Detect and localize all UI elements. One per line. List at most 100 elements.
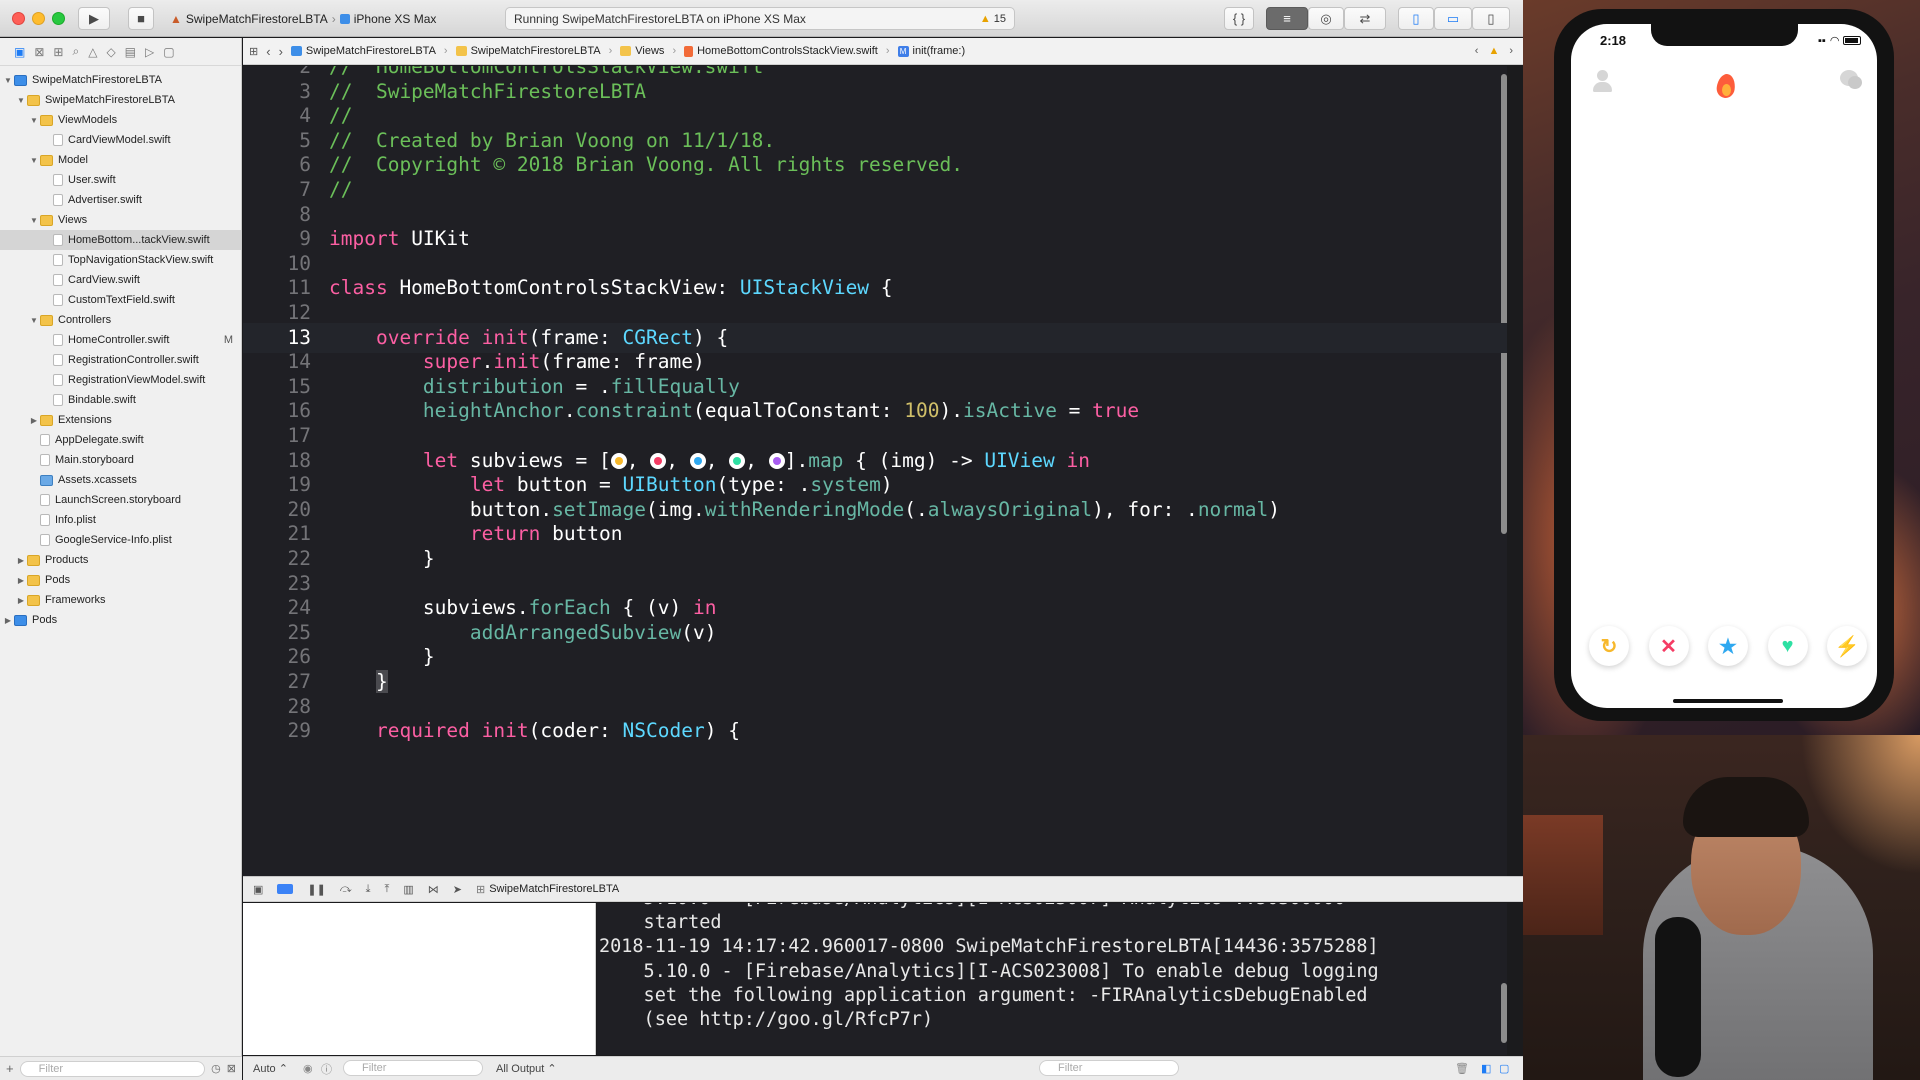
disclosure-triangle-icon[interactable]: ▶: [15, 576, 27, 585]
step-over-icon[interactable]: ⤼: [340, 883, 352, 896]
navigator-filter-input[interactable]: Filter: [19, 1060, 206, 1077]
tree-file[interactable]: HomeController.swift M: [0, 330, 241, 350]
disclosure-triangle-icon[interactable]: ▼: [28, 216, 40, 225]
pause-icon[interactable]: ❚❚: [307, 883, 325, 896]
step-out-icon[interactable]: ⤒: [384, 883, 389, 896]
code-line[interactable]: heightAnchor.constraint(equalToConstant:…: [329, 396, 1139, 426]
variables-view[interactable]: [243, 903, 596, 1055]
tree-project[interactable]: ▼ SwipeMatchFirestoreLBTA: [0, 70, 241, 90]
tree-folder[interactable]: ▼ Controllers: [0, 310, 241, 330]
tree-file[interactable]: RegistrationViewModel.swift: [0, 370, 241, 390]
auto-selector[interactable]: Auto ⌃: [253, 1062, 288, 1075]
location-icon[interactable]: ➤: [453, 883, 462, 896]
editor-scrollbar[interactable]: [1501, 74, 1507, 534]
tree-file[interactable]: LaunchScreen.storyboard: [0, 490, 241, 510]
tree-file[interactable]: CardViewModel.swift: [0, 130, 241, 150]
tree-file[interactable]: AppDelegate.swift: [0, 430, 241, 450]
disclosure-triangle-icon[interactable]: ▼: [2, 76, 14, 85]
breadcrumb-project[interactable]: SwipeMatchFirestoreLBTA: [290, 45, 436, 57]
output-selector[interactable]: All Output ⌃: [496, 1062, 557, 1075]
messages-icon[interactable]: [1840, 70, 1862, 90]
tree-file[interactable]: RegistrationController.swift: [0, 350, 241, 370]
code-line[interactable]: }: [329, 544, 435, 574]
toggle-inspector-button[interactable]: ▯: [1472, 7, 1510, 30]
symbol-icon[interactable]: ⊞: [53, 45, 63, 59]
code-line[interactable]: required init(coder: NSCoder) {: [329, 716, 740, 746]
zoom-window-button[interactable]: [52, 12, 65, 25]
previous-issue-icon[interactable]: ‹: [1475, 45, 1479, 57]
code-line[interactable]: // SwipeMatchFirestoreLBTA: [329, 77, 646, 107]
test-icon[interactable]: ◇: [106, 45, 115, 59]
variables-filter-input[interactable]: Filter: [343, 1060, 483, 1076]
tree-folder[interactable]: ▶ Frameworks: [0, 590, 241, 610]
tree-folder[interactable]: ▶ Pods: [0, 570, 241, 590]
refresh-image-literal-icon[interactable]: [610, 452, 627, 469]
stop-button[interactable]: ■: [128, 7, 154, 30]
back-icon[interactable]: ‹: [266, 44, 270, 59]
disclosure-triangle-icon[interactable]: ▼: [28, 156, 40, 165]
source-control-icon[interactable]: ⊠: [34, 45, 44, 59]
like-image-literal-icon[interactable]: [729, 452, 746, 469]
eye-icon[interactable]: ◉: [303, 1062, 313, 1075]
code-line[interactable]: //: [329, 175, 352, 205]
disclosure-triangle-icon[interactable]: ▼: [28, 116, 40, 125]
disclosure-triangle-icon[interactable]: ▼: [28, 316, 40, 325]
issue-icon[interactable]: △: [88, 45, 97, 59]
tree-file[interactable]: Assets.xcassets: [0, 470, 241, 490]
add-icon[interactable]: +: [6, 1061, 14, 1076]
close-window-button[interactable]: [12, 12, 25, 25]
dismiss-image-literal-icon[interactable]: [650, 452, 667, 469]
toggle-navigator-button[interactable]: ▯: [1398, 7, 1434, 30]
tree-file[interactable]: Info.plist: [0, 510, 241, 530]
like-button[interactable]: ♥: [1767, 626, 1808, 666]
trash-icon[interactable]: 🗑: [1455, 1062, 1469, 1075]
console-output[interactable]: 5.10.0 - [Firebase/Analytics][I-ACS02300…: [597, 903, 1507, 1055]
view-debugger-icon[interactable]: ▥: [403, 883, 413, 896]
warning-indicator[interactable]: ▲ 15: [980, 13, 1006, 25]
next-issue-icon[interactable]: ›: [1509, 45, 1513, 57]
simulator-screen[interactable]: [1571, 24, 1877, 708]
dismiss-button[interactable]: ✕: [1648, 626, 1689, 666]
folder-icon[interactable]: ▣: [14, 45, 25, 59]
tree-folder[interactable]: ▼ SwipeMatchFirestoreLBTA: [0, 90, 241, 110]
tree-folder[interactable]: ▼ Views: [0, 210, 241, 230]
tree-folder[interactable]: ▼ ViewModels: [0, 110, 241, 130]
boost-button[interactable]: ⚡: [1827, 626, 1867, 666]
assistant-editor-button[interactable]: ◎: [1308, 7, 1344, 30]
breakpoint-icon[interactable]: ▷: [145, 45, 154, 59]
library-button[interactable]: { }: [1224, 7, 1254, 30]
minimize-window-button[interactable]: [32, 12, 45, 25]
breadcrumb-group[interactable]: SwipeMatchFirestoreLBTA: [455, 45, 601, 57]
profile-icon[interactable]: [1592, 70, 1612, 92]
source-editor[interactable]: I 2// HomeBottomControlsStackView.swift3…: [243, 66, 1507, 876]
breadcrumb-file[interactable]: HomeBottomControlsStackView.swift: [684, 45, 878, 57]
code-line[interactable]: import UIKit: [329, 224, 470, 254]
tree-project[interactable]: ▶ Pods: [0, 610, 241, 630]
star-image-literal-icon[interactable]: [689, 452, 706, 469]
tree-folder[interactable]: ▶ Extensions: [0, 410, 241, 430]
line-number[interactable]: 29: [243, 716, 311, 746]
console-only-icon[interactable]: ▢: [1499, 1062, 1509, 1075]
tree-folder[interactable]: ▼ Model: [0, 150, 241, 170]
split-view-icon[interactable]: ◧: [1481, 1062, 1491, 1075]
recent-icon[interactable]: ◷: [211, 1062, 221, 1075]
disclosure-triangle-icon[interactable]: ▶: [2, 616, 14, 625]
toggle-debug-area-button[interactable]: ▭: [1434, 7, 1472, 30]
scheme-selector[interactable]: ▲ SwipeMatchFirestoreLBTA › iPhone XS Ma…: [170, 8, 436, 30]
disclosure-triangle-icon[interactable]: ▶: [15, 556, 27, 565]
tree-folder[interactable]: ▶ Products: [0, 550, 241, 570]
disclosure-triangle-icon[interactable]: ▼: [15, 96, 27, 105]
breadcrumb-symbol[interactable]: Minit(frame:): [897, 45, 965, 57]
tree-file[interactable]: User.swift: [0, 170, 241, 190]
tree-file[interactable]: GoogleService-Info.plist: [0, 530, 241, 550]
boost-image-literal-icon[interactable]: [768, 452, 785, 469]
info-icon[interactable]: ⓘ: [321, 1061, 332, 1077]
memory-graph-icon[interactable]: ⋈: [428, 883, 439, 896]
disclosure-triangle-icon[interactable]: ▶: [28, 416, 40, 425]
step-into-icon[interactable]: ⤓: [366, 883, 371, 896]
forward-icon[interactable]: ›: [279, 44, 283, 59]
tree-file[interactable]: Bindable.swift: [0, 390, 241, 410]
search-icon[interactable]: ⌕: [72, 44, 79, 59]
disclosure-triangle-icon[interactable]: ▶: [15, 596, 27, 605]
run-button[interactable]: ▶: [78, 7, 110, 30]
